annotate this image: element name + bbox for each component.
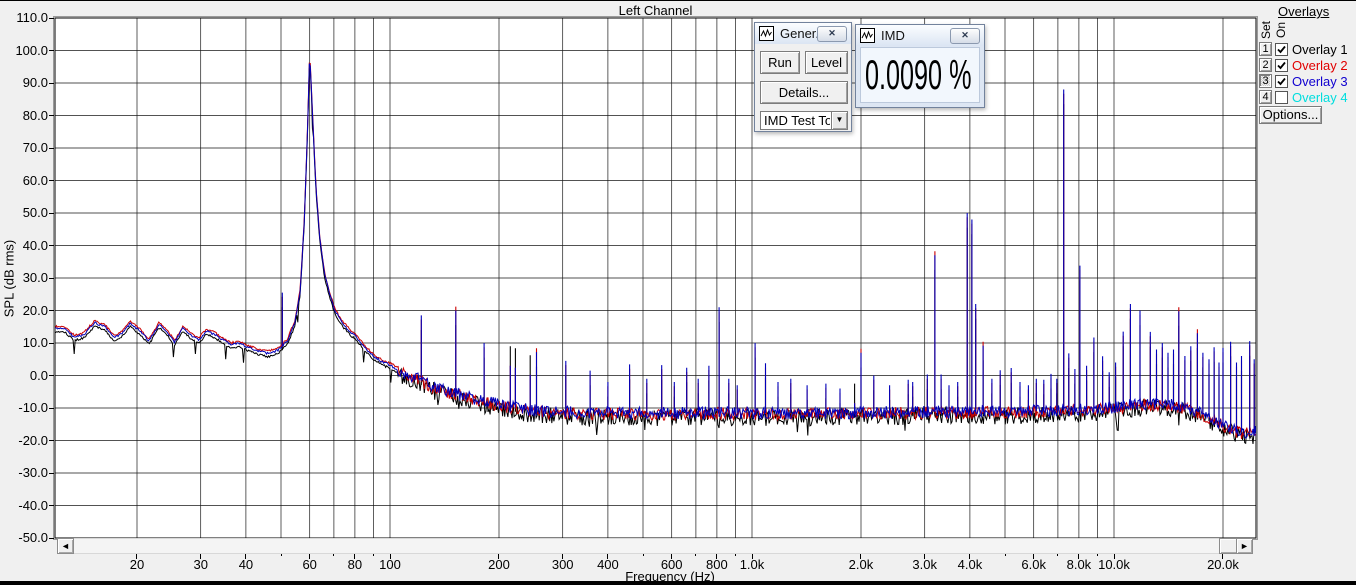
overlay-set-button-1[interactable]: 1 bbox=[1259, 42, 1272, 56]
check-icon bbox=[1276, 76, 1287, 87]
test-signal-combobox[interactable]: IMD Test To ▼ bbox=[760, 111, 848, 130]
level-button[interactable]: Level bbox=[805, 51, 848, 74]
combobox-dropdown-button[interactable]: ▼ bbox=[831, 112, 847, 129]
overlay-row: 3 Overlay 3 bbox=[1259, 73, 1348, 89]
y-tick-label: -10.0 bbox=[2, 400, 48, 415]
y-tick-label: 100.0 bbox=[2, 43, 48, 58]
y-tick-label: 90.0 bbox=[2, 75, 48, 90]
generator-titlebar[interactable]: Gener... ✕ bbox=[755, 23, 851, 44]
x-tick-label: 4.0k bbox=[940, 557, 1000, 572]
overlay-label-1: Overlay 1 bbox=[1292, 42, 1348, 57]
overlay-checkbox-1[interactable] bbox=[1275, 43, 1288, 56]
y-tick-label: 40.0 bbox=[2, 238, 48, 253]
overlays-list: 1 Overlay 1 2 Overlay 2 3 Overlay 3 4 Overlay 4 bbox=[1259, 41, 1348, 105]
app-window: Left Channel SPL (dB rms) 110.0100.090.0… bbox=[0, 0, 1356, 585]
y-tick-mark bbox=[49, 310, 54, 311]
y-tick-label: 20.0 bbox=[2, 303, 48, 318]
y-tick-label: 30.0 bbox=[2, 270, 48, 285]
overlay-set-button-3[interactable]: 3 bbox=[1259, 74, 1272, 88]
overlay-checkbox-2[interactable] bbox=[1275, 59, 1288, 72]
y-tick-label: -30.0 bbox=[2, 465, 48, 480]
generator-title: Gener... bbox=[780, 26, 817, 41]
y-tick-mark bbox=[49, 83, 54, 84]
overlay-label-3: Overlay 3 bbox=[1292, 74, 1348, 89]
x-tick-label: 2.0k bbox=[831, 557, 891, 572]
y-tick-mark bbox=[49, 115, 54, 116]
y-tick-mark bbox=[49, 505, 54, 506]
generator-close-button[interactable]: ✕ bbox=[817, 26, 847, 42]
overlay-row: 2 Overlay 2 bbox=[1259, 57, 1348, 73]
imd-close-button[interactable]: ✕ bbox=[950, 28, 980, 44]
options-button[interactable]: Options... bbox=[1259, 106, 1322, 124]
y-tick-mark bbox=[49, 278, 54, 279]
imd-titlebar[interactable]: IMD ✕ bbox=[856, 25, 984, 46]
y-tick-mark bbox=[49, 18, 54, 19]
y-tick-mark bbox=[49, 213, 54, 214]
y-tick-mark bbox=[49, 245, 54, 246]
y-tick-label: 10.0 bbox=[2, 335, 48, 350]
overlay-checkbox-3[interactable] bbox=[1275, 75, 1288, 88]
imd-title: IMD bbox=[881, 28, 950, 43]
y-tick-mark bbox=[49, 375, 54, 376]
scroll-right-icon: ► bbox=[1240, 541, 1249, 551]
overlay-set-button-4[interactable]: 4 bbox=[1259, 90, 1272, 104]
y-tick-label: 60.0 bbox=[2, 173, 48, 188]
imd-value: 0.0090 % bbox=[865, 51, 971, 99]
scroll-left-icon: ◄ bbox=[61, 541, 70, 551]
generator-body: Run Level Details... IMD Test To ▼ bbox=[755, 44, 851, 131]
details-button[interactable]: Details... bbox=[760, 81, 848, 104]
scroll-right-button[interactable]: ► bbox=[1236, 538, 1253, 554]
scroll-left-button[interactable]: ◄ bbox=[57, 538, 74, 554]
overlay-set-button-2[interactable]: 2 bbox=[1259, 58, 1272, 72]
h-scrollbar[interactable]: ◄ ► bbox=[57, 538, 1253, 554]
x-tick-label: 20 bbox=[107, 557, 167, 572]
check-icon bbox=[1276, 60, 1287, 71]
y-tick-label: 50.0 bbox=[2, 205, 48, 220]
close-icon: ✕ bbox=[828, 28, 836, 38]
overlay-checkbox-4[interactable] bbox=[1275, 91, 1288, 104]
y-tick-label: 0.0 bbox=[2, 368, 48, 383]
overlay-label-4: Overlay 4 bbox=[1292, 90, 1348, 105]
combobox-value: IMD Test To bbox=[764, 113, 830, 128]
waveform-icon bbox=[860, 28, 875, 43]
waveform-icon bbox=[759, 26, 774, 41]
y-tick-mark bbox=[49, 180, 54, 181]
y-tick-label: 80.0 bbox=[2, 108, 48, 123]
y-tick-mark bbox=[49, 440, 54, 441]
x-tick-label: 100 bbox=[360, 557, 420, 572]
window-bottom-edge bbox=[0, 581, 1356, 585]
y-tick-label: -20.0 bbox=[2, 433, 48, 448]
close-icon: ✕ bbox=[961, 30, 969, 40]
y-tick-mark bbox=[49, 538, 54, 539]
x-tick-label: 200 bbox=[469, 557, 529, 572]
x-tick-label: 40 bbox=[216, 557, 276, 572]
y-tick-label: -50.0 bbox=[2, 530, 48, 545]
generator-dialog: Gener... ✕ Run Level Details... IMD Test… bbox=[754, 22, 852, 132]
chevron-down-icon: ▼ bbox=[836, 115, 844, 124]
spectrum-plot bbox=[0, 1, 1356, 585]
y-tick-label: 70.0 bbox=[2, 140, 48, 155]
y-tick-mark bbox=[49, 408, 54, 409]
imd-dialog: IMD ✕ 0.0090 % bbox=[855, 24, 985, 108]
y-tick-label: -40.0 bbox=[2, 498, 48, 513]
y-tick-mark bbox=[49, 148, 54, 149]
chart-title: Left Channel bbox=[55, 3, 1256, 18]
overlay-row: 1 Overlay 1 bbox=[1259, 41, 1348, 57]
y-tick-mark bbox=[49, 343, 54, 344]
run-button[interactable]: Run bbox=[760, 51, 800, 74]
overlay-row: 4 Overlay 4 bbox=[1259, 89, 1348, 105]
imd-readout-panel: 0.0090 % bbox=[860, 47, 980, 103]
y-tick-mark bbox=[49, 50, 54, 51]
y-tick-label: 110.0 bbox=[2, 10, 48, 25]
x-tick-label: 10.0k bbox=[1084, 557, 1144, 572]
check-icon bbox=[1276, 44, 1287, 55]
y-tick-mark bbox=[49, 473, 54, 474]
overlay-label-2: Overlay 2 bbox=[1292, 58, 1348, 73]
x-tick-label: 20.0k bbox=[1193, 557, 1253, 572]
